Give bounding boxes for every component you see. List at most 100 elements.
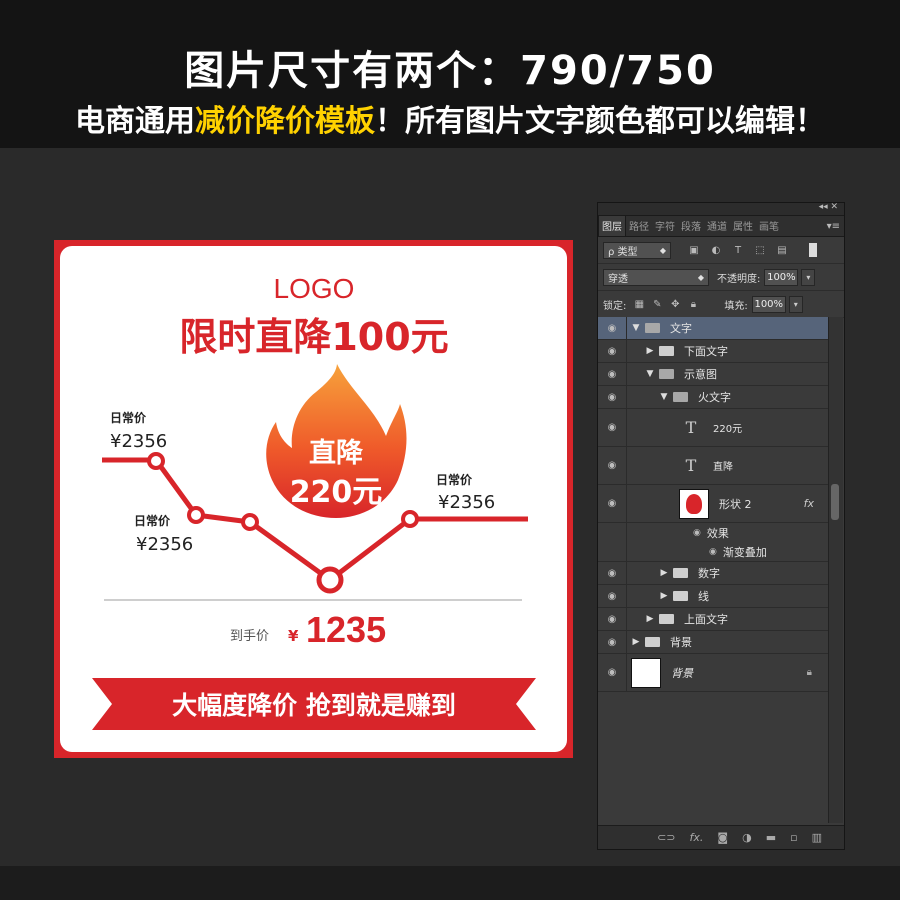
eye-icon[interactable]: ◉ [598, 585, 627, 607]
eye-icon[interactable]: ◉ [598, 340, 627, 362]
card-graphic: LOGO 限时直降100元 直降 220元 日常价 ¥2356 日常价 ¥235… [92, 273, 536, 730]
eye-icon[interactable]: ◉ [598, 485, 627, 522]
folder-icon [645, 637, 660, 647]
fx-icon[interactable]: fx. [690, 831, 704, 844]
new-layer-icon[interactable]: ▫ [790, 831, 797, 844]
layer-group-diagram[interactable]: ◉ ▼ 示意图 [598, 363, 828, 386]
layer-text-220[interactable]: ◉ T 220元 [598, 409, 828, 447]
eye-icon[interactable]: ◉ [598, 654, 627, 691]
eye-icon[interactable]: ◉ [598, 562, 627, 584]
layer-name: 上面文字 [684, 613, 728, 626]
layer-group-lower-text[interactable]: ◉ ▶ 下面文字 [598, 340, 828, 363]
fx-icon[interactable]: fx [804, 497, 814, 510]
expand-arrow-icon[interactable]: ▶ [659, 568, 669, 578]
eye-icon[interactable]: ◉ [598, 386, 627, 408]
panel-titlebar[interactable]: ◂◂ ✕ [598, 202, 844, 216]
expand-arrow-icon[interactable]: ▼ [631, 323, 641, 333]
layer-group-fire-text[interactable]: ◉ ▼ 火文字 [598, 386, 828, 409]
price-card: LOGO 限时直降100元 直降 220元 日常价 ¥2356 日常价 ¥235… [54, 240, 573, 758]
expand-arrow-icon[interactable]: ▼ [659, 392, 669, 402]
tab-brushes[interactable]: 画笔 [756, 216, 782, 236]
layer-group-upper-text[interactable]: ◉ ▶ 上面文字 [598, 608, 828, 631]
layer-group-background[interactable]: ◉ ▶ 背景 [598, 631, 828, 654]
folder-icon [659, 346, 674, 356]
final-price: 1235 [306, 609, 386, 650]
layer-effects-row[interactable]: ◉ 效果 [598, 523, 828, 542]
smart-object-filter-icon[interactable]: ▤ [775, 244, 789, 256]
layer-background[interactable]: ◉ 背景 🔒︎ [598, 654, 828, 692]
folder-icon [673, 591, 688, 601]
mask-icon[interactable]: ◙ [717, 831, 728, 844]
expand-arrow-icon[interactable]: ▶ [659, 591, 669, 601]
tab-paths[interactable]: 路径 [626, 216, 652, 236]
tab-layers[interactable]: 图层 [598, 215, 626, 236]
eye-placeholder [598, 523, 627, 542]
tab-character[interactable]: 字符 [652, 216, 678, 236]
tab-channels[interactable]: 通道 [704, 216, 730, 236]
eye-icon[interactable]: ◉ [598, 631, 627, 653]
eye-icon[interactable]: ◉ [598, 608, 627, 630]
lock-position-icon[interactable]: ✥ [668, 298, 682, 310]
collapse-icon[interactable]: ◂◂ ✕ [819, 202, 838, 212]
headline-part-b: ！所有图片文字颜色都可以编辑！ [375, 104, 825, 139]
layer-name: 火文字 [698, 391, 731, 404]
link-icon[interactable]: ⊂⊃ [657, 831, 675, 844]
opacity-input[interactable]: 100% [764, 268, 799, 286]
gradient-overlay-label: 渐变叠加 [722, 545, 767, 559]
layer-name: 线 [698, 590, 709, 603]
daily-price-right: ¥2356 [438, 492, 495, 513]
eye-icon[interactable]: ◉ [693, 528, 701, 538]
folder-icon[interactable]: ▬ [766, 831, 776, 844]
layer-gradient-overlay-row[interactable]: ◉ 渐变叠加 [598, 542, 828, 562]
chevron-updown-icon: ◆ [697, 272, 704, 282]
expand-arrow-icon[interactable]: ▶ [631, 637, 641, 647]
text-filter-icon[interactable]: T [731, 244, 745, 256]
lock-pixels-icon[interactable]: ✎ [650, 298, 664, 310]
scrollbar-thumb[interactable] [831, 484, 839, 520]
banner-text: 大幅度降价 抢到就是赚到 [172, 691, 456, 720]
final-price-currency: ¥ [288, 627, 299, 645]
image-filter-icon[interactable]: ▣ [687, 244, 701, 256]
expand-arrow-icon[interactable]: ▼ [645, 369, 655, 379]
shape-filter-icon[interactable]: ⬚ [753, 244, 767, 256]
folder-icon [673, 392, 688, 402]
eye-icon[interactable]: ◉ [598, 363, 627, 385]
layer-shape-2[interactable]: ◉ 形状 2 fx [598, 485, 828, 523]
trash-icon[interactable]: ▥ [812, 831, 822, 844]
blend-mode-select[interactable]: 穿透 ◆ [603, 268, 709, 286]
filter-row: ρ 类型 ◆ ▣ ◐ T ⬚ ▤ [598, 237, 844, 264]
tab-paragraph[interactable]: 段落 [678, 216, 704, 236]
point-left [147, 452, 165, 470]
chevron-updown-icon: ◆ [659, 245, 666, 255]
panel-menu-icon[interactable]: ▾≡ [823, 221, 844, 236]
filter-toggle-icon[interactable] [809, 243, 817, 257]
eye-icon[interactable]: ◉ [709, 547, 717, 557]
opacity-dropdown-icon[interactable]: ▾ [801, 268, 816, 286]
fill-input[interactable]: 100% [751, 295, 786, 313]
expand-arrow-icon[interactable]: ▶ [645, 614, 655, 624]
flame-thumbnail-icon [686, 493, 702, 514]
lock-transparency-icon[interactable]: ▦ [632, 298, 646, 310]
adjustment-filter-icon[interactable]: ◐ [709, 244, 723, 256]
layer-group-numbers[interactable]: ◉ ▶ 数字 [598, 562, 828, 585]
tab-properties[interactable]: 属性 [730, 216, 756, 236]
shape-thumbnail [679, 488, 709, 519]
eye-icon[interactable]: ◉ [598, 409, 627, 446]
layers-panel: ◂◂ ✕ 图层 路径 字符 段落 通道 属性 画笔 ▾≡ ρ 类型 ◆ ▣ ◐ T… [597, 202, 845, 850]
expand-arrow-icon[interactable]: ▶ [645, 346, 655, 356]
layer-name: 背景 [671, 666, 693, 680]
lock-all-icon[interactable]: 🔒︎ [686, 298, 700, 310]
filter-type-select[interactable]: ρ 类型 ◆ [603, 241, 671, 259]
point-mid1 [187, 506, 205, 524]
eye-icon[interactable]: ◉ [598, 447, 627, 484]
layer-group-line[interactable]: ◉ ▶ 线 [598, 585, 828, 608]
folder-icon [673, 568, 688, 578]
daily-price-label-right: 日常价 [436, 472, 473, 487]
fill-dropdown-icon[interactable]: ▾ [788, 295, 803, 313]
layer-scrollbar[interactable] [828, 317, 843, 823]
adjustment-icon[interactable]: ◑ [742, 831, 752, 844]
layer-group-text[interactable]: ◉ ▼ 文字 [598, 317, 828, 340]
background-thumbnail [631, 657, 661, 688]
eye-icon[interactable]: ◉ [598, 317, 627, 339]
layer-text-zhijiang[interactable]: ◉ T 直降 [598, 447, 828, 485]
